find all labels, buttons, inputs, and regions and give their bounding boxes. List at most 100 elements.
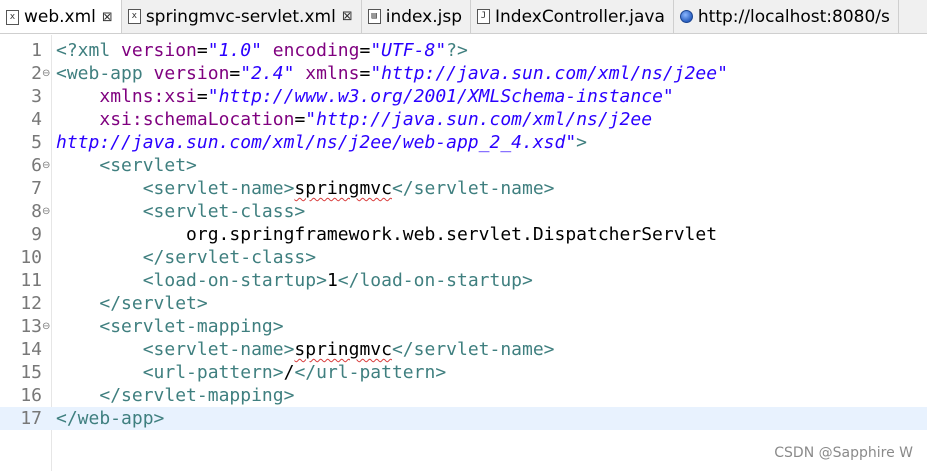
code-line[interactable]: 14 <servlet-name>springmvc</servlet-name…	[0, 338, 927, 361]
line-number: 13	[20, 316, 42, 337]
fold-toggle-icon[interactable]: ⊖	[42, 200, 52, 223]
code-token: <url-pattern>	[142, 362, 284, 383]
tab-indexcontroller-java[interactable]: J IndexController.java	[471, 0, 674, 33]
code-token: "UTF-8"	[370, 40, 447, 61]
watermark: CSDN @Sapphire W	[774, 445, 913, 461]
code-token: </web-app>	[56, 408, 165, 429]
code-token: >	[576, 132, 588, 153]
code-line[interactable]: 12 </servlet>	[0, 292, 927, 315]
code-token: =	[294, 109, 306, 130]
code-token: <servlet>	[99, 155, 197, 176]
code-line[interactable]: 17 </web-app>	[0, 407, 927, 430]
code-line[interactable]: 7 <servlet-name>springmvc</servlet-name>	[0, 177, 927, 200]
line-number: 4	[31, 109, 42, 130]
code-token: version	[121, 40, 197, 61]
tab-web-xml[interactable]: x web.xml ⊠	[0, 0, 122, 33]
code-line[interactable]: 9 org.springframework.web.servlet.Dispat…	[0, 223, 927, 246]
code-token: =	[359, 63, 371, 84]
line-number: 12	[20, 293, 42, 314]
xml-editor[interactable]: 1 <?xml version="1.0" encoding="UTF-8"?> 2…	[0, 35, 927, 471]
code-line[interactable]: 1 <?xml version="1.0" encoding="UTF-8"?>	[0, 39, 927, 62]
code-text: <servlet-mapping>	[56, 315, 284, 338]
code-text: http://java.sun.com/xml/ns/j2ee/web-app_…	[56, 131, 587, 154]
code-token: </load-on-startup>	[337, 270, 533, 291]
tab-index-jsp[interactable]: ▤ index.jsp	[361, 0, 472, 33]
code-text: </web-app>	[56, 407, 164, 430]
code-token: =	[196, 86, 208, 107]
code-token: <servlet-name>	[142, 178, 295, 199]
fold-toggle-icon[interactable]: ⊖	[42, 315, 52, 338]
line-number: 2	[31, 63, 42, 84]
code-token: "2.4"	[240, 63, 295, 84]
close-icon[interactable]: ⊠	[342, 9, 353, 24]
code-token: =	[196, 40, 208, 61]
line-number: 9	[31, 224, 42, 245]
line-number: 15	[20, 362, 42, 383]
code-text: <load-on-startup>1</load-on-startup>	[56, 269, 533, 292]
tab-localhost-browser[interactable]: http://localhost:8080/s	[673, 0, 899, 33]
code-token: </servlet>	[99, 293, 208, 314]
code-text: <url-pattern>/</url-pattern>	[56, 361, 446, 384]
code-token: </servlet-name>	[391, 178, 555, 199]
code-text: <web-app version="2.4" xmlns="http://jav…	[56, 62, 728, 85]
line-number: 6	[31, 155, 42, 176]
editor-tab-bar: x web.xml ⊠ x springmvc-servlet.xml ⊠ ▤ …	[0, 0, 927, 34]
code-token: "1.0"	[207, 40, 262, 61]
code-token: "http://java.sun.com/xml/ns/j2ee	[305, 109, 653, 130]
code-token: <servlet-class>	[142, 201, 306, 222]
code-text: <servlet-name>springmvc</servlet-name>	[56, 338, 555, 361]
code-token: =	[229, 63, 241, 84]
code-line[interactable]: 3 xmlns:xsi="http://www.w3.org/2001/XMLS…	[0, 85, 927, 108]
code-token: <servlet-name>	[142, 339, 295, 360]
xml-file-icon: x	[127, 9, 141, 24]
code-line[interactable]: 8 ⊖ <servlet-class>	[0, 200, 927, 223]
code-line[interactable]: 13 ⊖ <servlet-mapping>	[0, 315, 927, 338]
code-line[interactable]: 15 <url-pattern>/</url-pattern>	[0, 361, 927, 384]
code-token: <?xml	[56, 40, 122, 61]
line-number: 1	[31, 40, 42, 61]
code-token: ?>	[446, 40, 468, 61]
code-token: </servlet-class>	[142, 247, 317, 268]
code-token: "http://www.w3.org/2001/XMLSchema-instan…	[207, 86, 674, 107]
line-number: 3	[31, 86, 42, 107]
tab-label: web.xml	[24, 7, 96, 27]
code-line[interactable]: 11 <load-on-startup>1</load-on-startup>	[0, 269, 927, 292]
code-token: <servlet-mapping>	[99, 316, 284, 337]
xml-file-icon: x	[6, 9, 19, 25]
code-token: =	[359, 40, 371, 61]
tab-label: springmvc-servlet.xml	[145, 6, 336, 27]
tab-springmvc-servlet-xml[interactable]: x springmvc-servlet.xml ⊠	[121, 0, 362, 33]
code-text: xsi:schemaLocation="http://java.sun.com/…	[56, 108, 652, 131]
fold-toggle-icon[interactable]: ⊖	[42, 62, 52, 85]
code-text: <servlet>	[56, 154, 197, 177]
code-token: org.springframework.web.servlet.Dispatch…	[186, 224, 718, 245]
code-line[interactable]: 6 ⊖ <servlet>	[0, 154, 927, 177]
line-number: 16	[20, 385, 42, 406]
fold-toggle-icon[interactable]: ⊖	[42, 154, 52, 177]
code-text: xmlns:xsi="http://www.w3.org/2001/XMLSch…	[56, 85, 674, 108]
code-line[interactable]: 16 </servlet-mapping>	[0, 384, 927, 407]
code-token: </servlet-name>	[391, 339, 555, 360]
code-text: <servlet-class>	[56, 200, 306, 223]
tab-label: IndexController.java	[495, 6, 665, 27]
code-token: xsi:schemaLocation	[99, 109, 295, 130]
globe-icon	[679, 10, 693, 23]
close-icon[interactable]: ⊠	[102, 10, 113, 25]
code-token: encoding	[261, 40, 360, 61]
code-line[interactable]: 2 ⊖ <web-app version="2.4" xmlns="http://j…	[0, 62, 927, 85]
code-token: springmvc	[294, 178, 392, 199]
code-line[interactable]: 10 </servlet-class>	[0, 246, 927, 269]
code-line[interactable]: 5 http://java.sun.com/xml/ns/j2ee/web-app…	[0, 131, 927, 154]
tab-label: http://localhost:8080/s	[697, 6, 890, 27]
code-line[interactable]: 4 xsi:schemaLocation="http://java.sun.co…	[0, 108, 927, 131]
